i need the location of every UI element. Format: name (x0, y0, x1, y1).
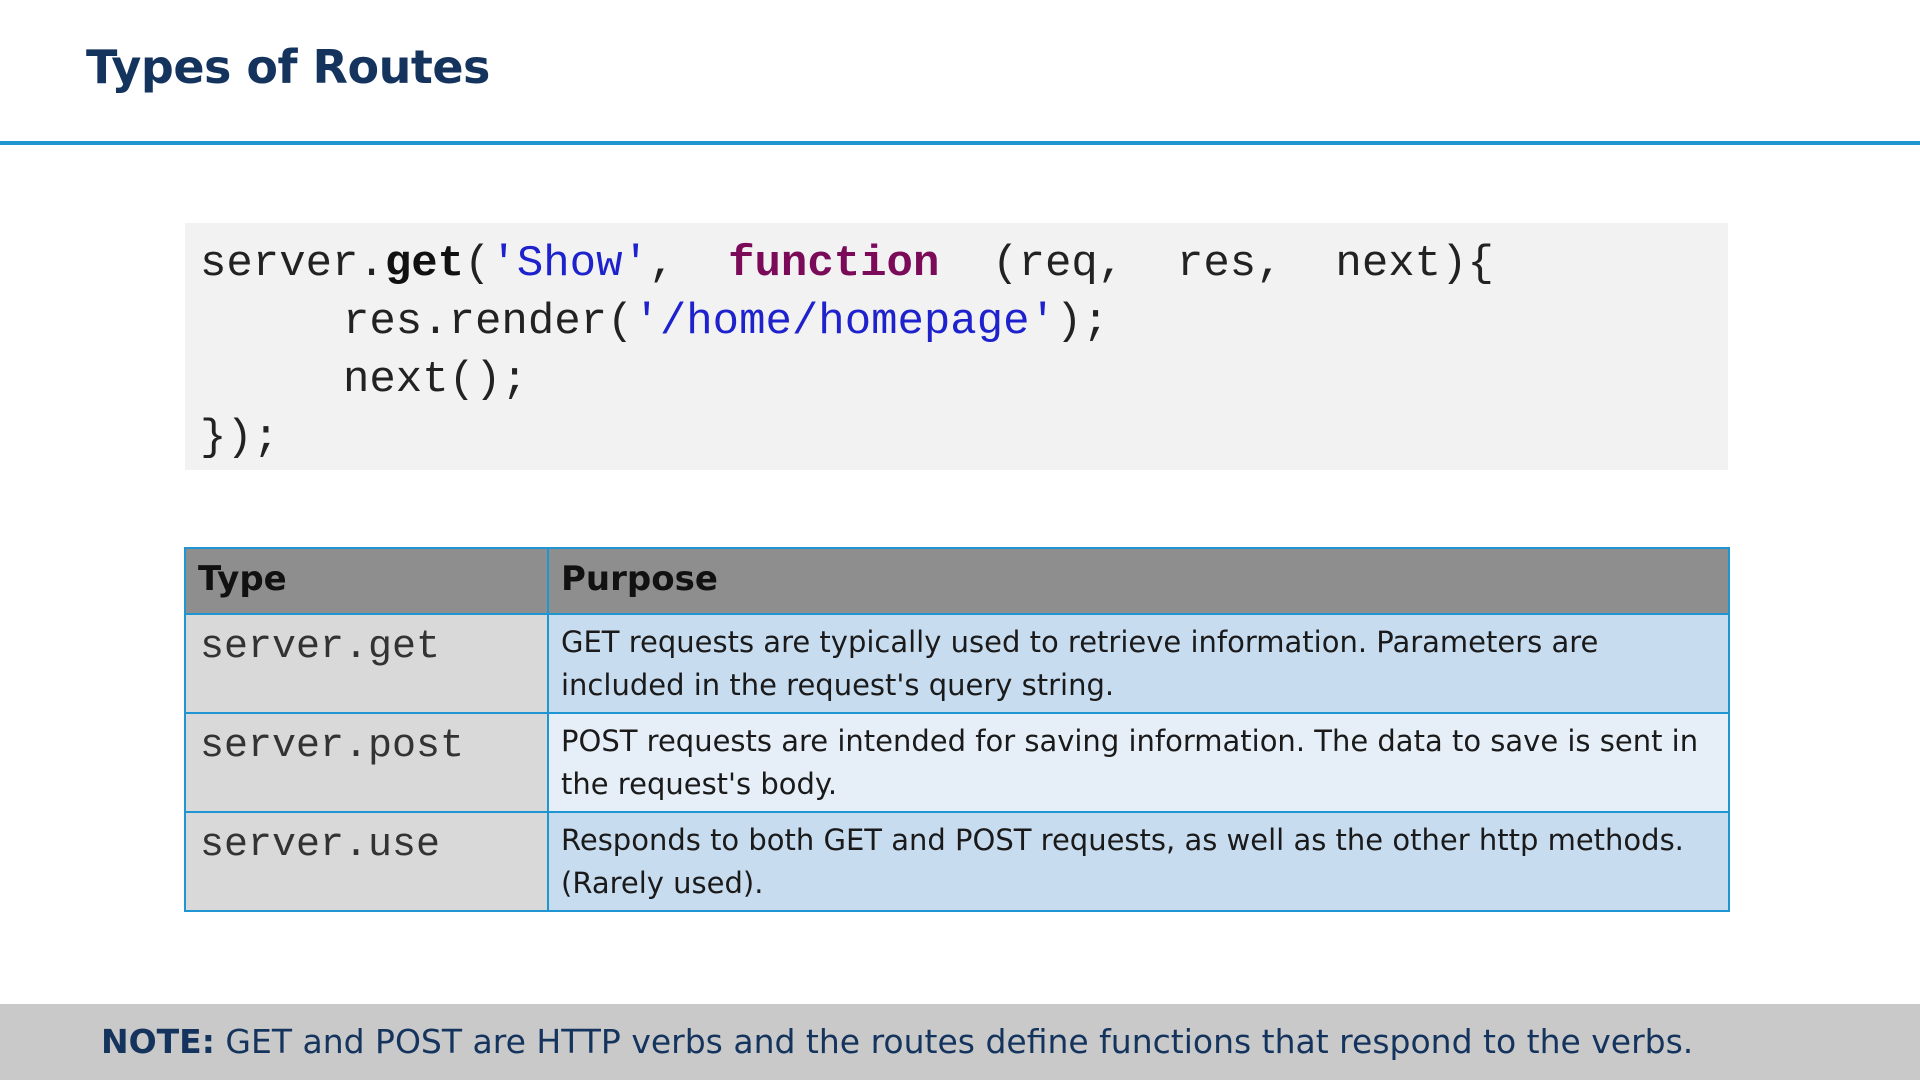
route-type-cell: server.use (184, 811, 549, 912)
column-header-purpose: Purpose (547, 547, 1730, 615)
table-row: server.use Responds to both GET and POST… (184, 811, 1730, 912)
page-title: Types of Routes (86, 40, 490, 94)
code-line-4: }); (200, 413, 280, 463)
code-line-2: res.render('/home/homepage'); (200, 293, 1728, 351)
note-text: GET and POST are HTTP verbs and the rout… (214, 1022, 1694, 1061)
code-text: server. (200, 239, 385, 289)
title-divider (0, 141, 1920, 145)
code-line-3: next(); (343, 355, 528, 405)
route-type-cell: server.post (184, 712, 549, 813)
column-header-type: Type (184, 547, 549, 615)
note-banner: NOTE: GET and POST are HTTP verbs and th… (0, 1004, 1920, 1080)
route-types-table: Type Purpose server.get GET requests are… (184, 547, 1730, 912)
route-type-cell: server.get (184, 613, 549, 714)
code-text: (req, res, next){ (939, 239, 1494, 289)
table-row: server.get GET requests are typically us… (184, 613, 1730, 714)
code-string: '/home/homepage' (633, 297, 1056, 347)
code-text: , (648, 239, 729, 289)
route-purpose-cell: Responds to both GET and POST requests, … (547, 811, 1730, 912)
code-text: res.render( (343, 297, 634, 347)
code-line-1: server.get('Show', function (req, res, n… (200, 235, 1728, 293)
code-string: 'Show' (490, 239, 649, 289)
table-header-row: Type Purpose (184, 547, 1730, 615)
route-purpose-cell: POST requests are intended for saving in… (547, 712, 1730, 813)
table-row: server.post POST requests are intended f… (184, 712, 1730, 813)
code-text: ( (464, 239, 491, 289)
note-label: NOTE: (101, 1022, 215, 1061)
route-purpose-cell: GET requests are typically used to retri… (547, 613, 1730, 714)
code-method: get (384, 239, 465, 289)
code-snippet: server.get('Show', function (req, res, n… (185, 223, 1728, 470)
code-text: ); (1055, 297, 1109, 347)
code-keyword: function (728, 239, 940, 289)
